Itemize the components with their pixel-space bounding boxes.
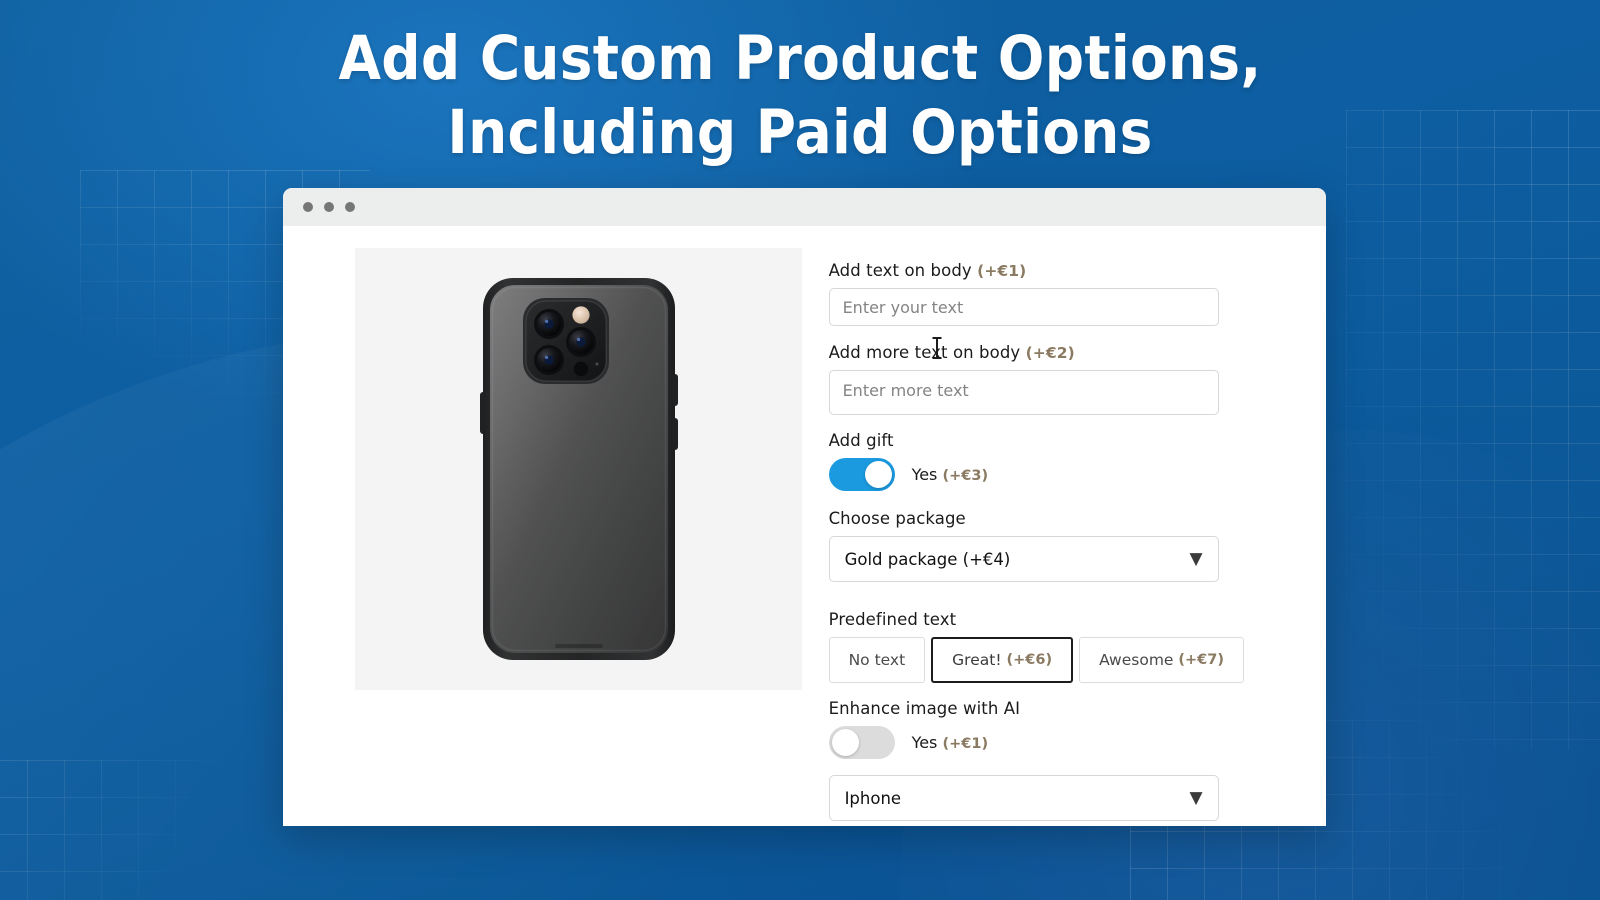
field-device-select: Iphone ▼ <box>828 775 1244 821</box>
window-maximize-dot-icon[interactable] <box>345 202 355 212</box>
label-text: Add more text on body <box>828 343 1021 362</box>
browser-window: Add text on body (+€1) Enter your text A… <box>283 188 1326 826</box>
label-choose-package: Choose package <box>829 509 1244 528</box>
toggle-label-add-gift: Yes (+€3) <box>912 465 989 484</box>
promo-banner: Add Custom Product Options, Including Pa… <box>0 0 1600 900</box>
label-text: Predefined text <box>828 610 957 629</box>
toggle-state-text: Yes <box>911 465 938 484</box>
toggle-row-add-gift: Yes (+€3) <box>828 458 1244 491</box>
option-button-great[interactable]: Great! (+€6) <box>931 637 1074 683</box>
input-placeholder: Enter your text <box>842 297 964 317</box>
label-text: Choose package <box>828 509 966 528</box>
textarea-add-more-text-on-body[interactable]: Enter more text <box>828 370 1219 415</box>
product-pane <box>283 226 827 826</box>
price-badge: (+€7) <box>1178 652 1224 668</box>
price-badge: (+€1) <box>942 736 989 752</box>
select-value: Gold package (+€4) <box>844 549 1011 569</box>
product-options-form: Add text on body (+€1) Enter your text A… <box>827 226 1326 826</box>
field-enhance-image-with-ai: Enhance image with AI Yes (+€1) <box>828 699 1244 759</box>
price-badge: (+€6) <box>1006 652 1053 668</box>
price-badge: (+€2) <box>1025 344 1075 362</box>
label-text: Add gift <box>828 431 894 450</box>
toggle-knob <box>864 461 892 488</box>
phone-case-svg <box>479 278 678 660</box>
product-image <box>355 248 802 690</box>
price-badge: (+€1) <box>977 262 1027 280</box>
chevron-down-icon: ▼ <box>1189 787 1203 808</box>
label-text: Enhance image with AI <box>828 699 1021 718</box>
label-predefined-text: Predefined text <box>829 610 1244 629</box>
select-device[interactable]: Iphone ▼ <box>828 775 1219 821</box>
select-choose-package[interactable]: Gold package (+€4) ▼ <box>828 536 1219 582</box>
page-title-line-2: Including Paid Options <box>447 97 1153 168</box>
window-body: Add text on body (+€1) Enter your text A… <box>283 226 1326 826</box>
option-label: Awesome <box>1099 651 1174 669</box>
chevron-down-icon: ▼ <box>1189 548 1203 569</box>
label-text: Add text on body <box>828 261 972 280</box>
window-minimize-dot-icon[interactable] <box>324 202 334 212</box>
field-predefined-text: Predefined text No text Great! (+€6) Awe… <box>828 610 1244 683</box>
label-add-text-on-body: Add text on body (+€1) <box>829 261 1244 280</box>
background-grid-bottom-left <box>0 760 290 900</box>
toggle-state-text: Yes <box>911 733 938 752</box>
option-button-no-text[interactable]: No text <box>828 637 926 683</box>
option-label: Great! <box>952 651 1002 669</box>
field-add-more-text-on-body: Add more text on body (+€2) Enter more t… <box>828 343 1244 415</box>
field-add-gift: Add gift Yes (+€3) <box>828 431 1244 491</box>
label-add-gift: Add gift <box>829 431 1244 450</box>
toggle-label-enhance-image-with-ai: Yes (+€1) <box>912 733 989 752</box>
phone-case-illustration <box>479 274 679 664</box>
price-badge: (+€3) <box>942 468 989 484</box>
textarea-placeholder: Enter more text <box>842 381 969 400</box>
browser-titlebar <box>283 188 1326 226</box>
option-button-awesome[interactable]: Awesome (+€7) <box>1079 637 1244 683</box>
label-add-more-text-on-body: Add more text on body (+€2) <box>829 343 1244 362</box>
label-enhance-image-with-ai: Enhance image with AI <box>829 699 1244 718</box>
page-title-line-1: Add Custom Product Options, <box>338 23 1262 94</box>
button-group-predefined-text: No text Great! (+€6) Awesome (+€7) <box>828 637 1244 683</box>
field-choose-package: Choose package Gold package (+€4) ▼ <box>828 509 1244 582</box>
page-title: Add Custom Product Options, Including Pa… <box>0 22 1600 170</box>
toggle-add-gift[interactable] <box>828 458 895 491</box>
background-grid-right <box>1346 110 1600 750</box>
input-add-text-on-body[interactable]: Enter your text <box>828 288 1219 326</box>
toggle-enhance-image-with-ai[interactable] <box>828 726 895 759</box>
window-close-dot-icon[interactable] <box>303 202 313 212</box>
toggle-knob <box>831 729 859 756</box>
option-label: No text <box>848 651 906 669</box>
toggle-row-enhance-image-with-ai: Yes (+€1) <box>828 726 1244 759</box>
field-add-text-on-body: Add text on body (+€1) Enter your text <box>828 261 1244 326</box>
select-value: Iphone <box>844 788 902 808</box>
